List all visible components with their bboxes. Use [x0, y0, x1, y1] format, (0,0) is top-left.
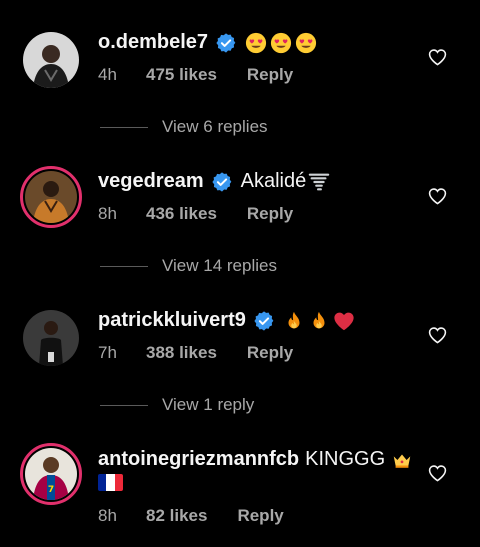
view-replies-label: View 1 reply [162, 395, 255, 414]
timestamp: 4h [98, 65, 117, 84]
reply-button[interactable]: Reply [247, 204, 293, 224]
heart-eyes-emoji-icon [245, 32, 267, 53]
avatar-image [23, 32, 79, 88]
likes-count[interactable]: 388 likes [146, 343, 217, 363]
tornado-emoji-icon [308, 173, 330, 190]
avatar[interactable] [20, 166, 82, 228]
timestamp: 8h [98, 506, 117, 525]
verified-badge-icon [216, 32, 236, 53]
reply-button[interactable]: Reply [247, 65, 293, 85]
avatar-image [25, 171, 77, 223]
view-replies-label: View 6 replies [162, 117, 268, 136]
username[interactable]: patrickkluivert9 [98, 309, 246, 332]
france-flag-icon [98, 474, 123, 491]
emoji-group [245, 32, 317, 54]
avatar[interactable] [23, 310, 79, 366]
comment-meta: 8h 82 likes Reply [98, 506, 284, 526]
heart-outline-icon[interactable] [428, 187, 447, 205]
heart-outline-icon[interactable] [428, 326, 447, 344]
heart-eyes-emoji-icon [295, 32, 317, 53]
divider [100, 404, 148, 406]
comment-line: o.dembele7 [98, 31, 317, 54]
comment-line: patrickkluivert9 [98, 309, 355, 332]
view-replies-button[interactable]: View 14 replies [100, 256, 277, 276]
divider [100, 126, 148, 128]
heart-eyes-emoji-icon [270, 32, 292, 53]
timestamp: 8h [98, 204, 117, 223]
verified-badge-icon [212, 171, 231, 192]
username[interactable]: o.dembele7 [98, 31, 208, 54]
avatar[interactable]: 7 [20, 443, 82, 505]
reply-button[interactable]: Reply [247, 343, 293, 363]
reply-button[interactable]: Reply [237, 506, 283, 526]
comment-line: antoinegriezmannfcb KINGGG [98, 448, 413, 471]
avatar-image [23, 310, 79, 366]
heart-outline-icon[interactable] [428, 464, 447, 482]
view-replies-label: View 14 replies [162, 256, 277, 275]
fire-emoji-icon [288, 311, 300, 328]
timestamp: 7h [98, 343, 117, 362]
crown-emoji-icon [393, 454, 411, 468]
comment-meta: 7h 388 likes Reply [98, 343, 293, 363]
username[interactable]: vegedream [98, 170, 204, 193]
view-replies-button[interactable]: View 1 reply [100, 395, 254, 415]
comment-text: KINGGG [305, 448, 386, 470]
username[interactable]: antoinegriezmannfcb [98, 448, 299, 471]
comment-meta: 8h 436 likes Reply [98, 204, 293, 224]
likes-count[interactable]: 475 likes [146, 65, 217, 85]
verified-badge-icon [254, 310, 274, 331]
divider [100, 265, 148, 267]
heart-outline-icon[interactable] [428, 48, 447, 66]
view-replies-button[interactable]: View 6 replies [100, 117, 268, 137]
comment-line: vegedream Akalidé [98, 170, 330, 193]
likes-count[interactable]: 82 likes [146, 506, 207, 526]
fire-emoji-icon [313, 311, 325, 328]
avatar-image: 7 [25, 448, 77, 500]
red-heart-emoji-icon [334, 312, 354, 330]
emoji-group [283, 310, 355, 332]
comment-meta: 4h 475 likes Reply [98, 65, 293, 85]
likes-count[interactable]: 436 likes [146, 204, 217, 224]
svg-text:7: 7 [48, 485, 54, 495]
avatar[interactable] [23, 32, 79, 88]
comment-text: Akalidé [240, 170, 307, 192]
